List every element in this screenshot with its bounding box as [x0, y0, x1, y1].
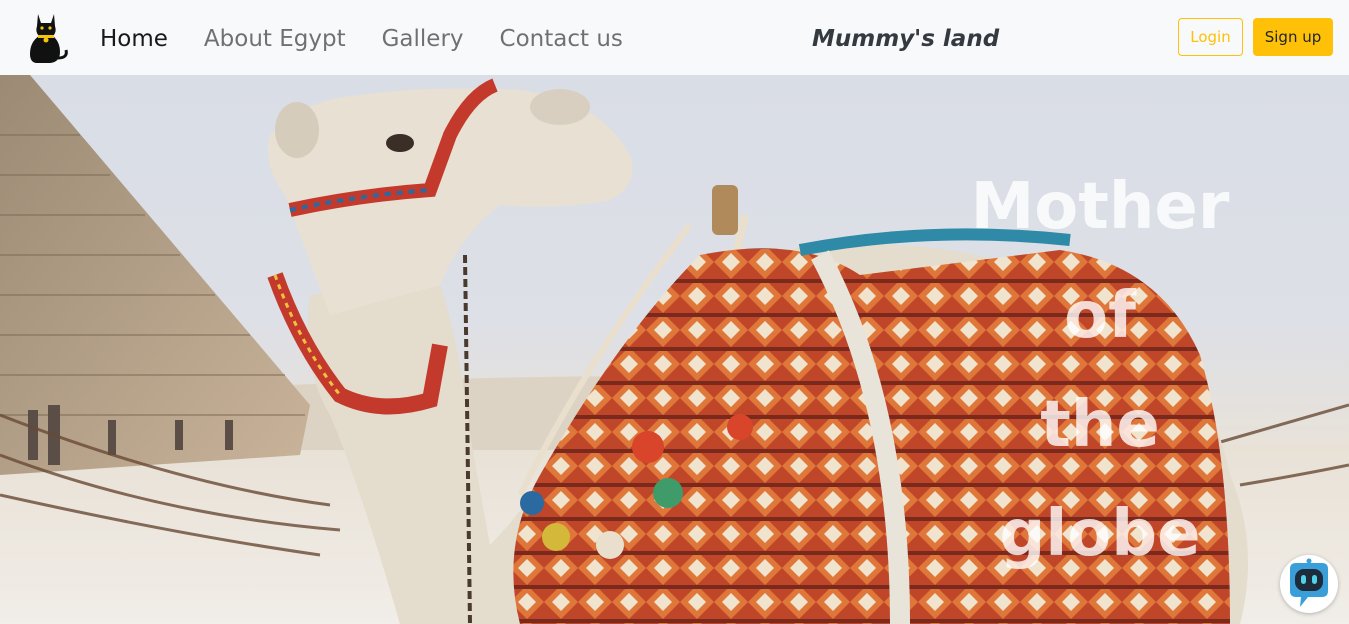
hero-line-4: globe — [999, 497, 1201, 571]
nav-links: Home About Egypt Gallery Contact us — [100, 22, 659, 56]
site-brand: Mummy's land — [812, 26, 1000, 52]
navbar: Home About Egypt Gallery Contact us Mumm… — [0, 0, 1349, 75]
black-cat-logo-icon[interactable] — [22, 10, 70, 64]
hero-line-3: the — [1040, 388, 1160, 462]
hero-line-2: of — [1064, 279, 1136, 353]
nav-contact-us-link[interactable]: Contact us — [500, 22, 623, 56]
login-button[interactable]: Login — [1178, 18, 1243, 56]
chatbot-button[interactable] — [1280, 555, 1338, 613]
nav-gallery-link[interactable]: Gallery — [382, 22, 464, 56]
hero-banner: Mother of the globe — [0, 75, 1349, 624]
signup-button[interactable]: Sign up — [1253, 18, 1333, 56]
robot-chat-icon — [1290, 558, 1328, 607]
hero-line-1: Mother — [970, 170, 1230, 244]
hero-headline: Mother of the globe — [960, 167, 1240, 603]
nav-home-link[interactable]: Home — [100, 22, 168, 56]
nav-about-egypt-link[interactable]: About Egypt — [204, 22, 346, 56]
